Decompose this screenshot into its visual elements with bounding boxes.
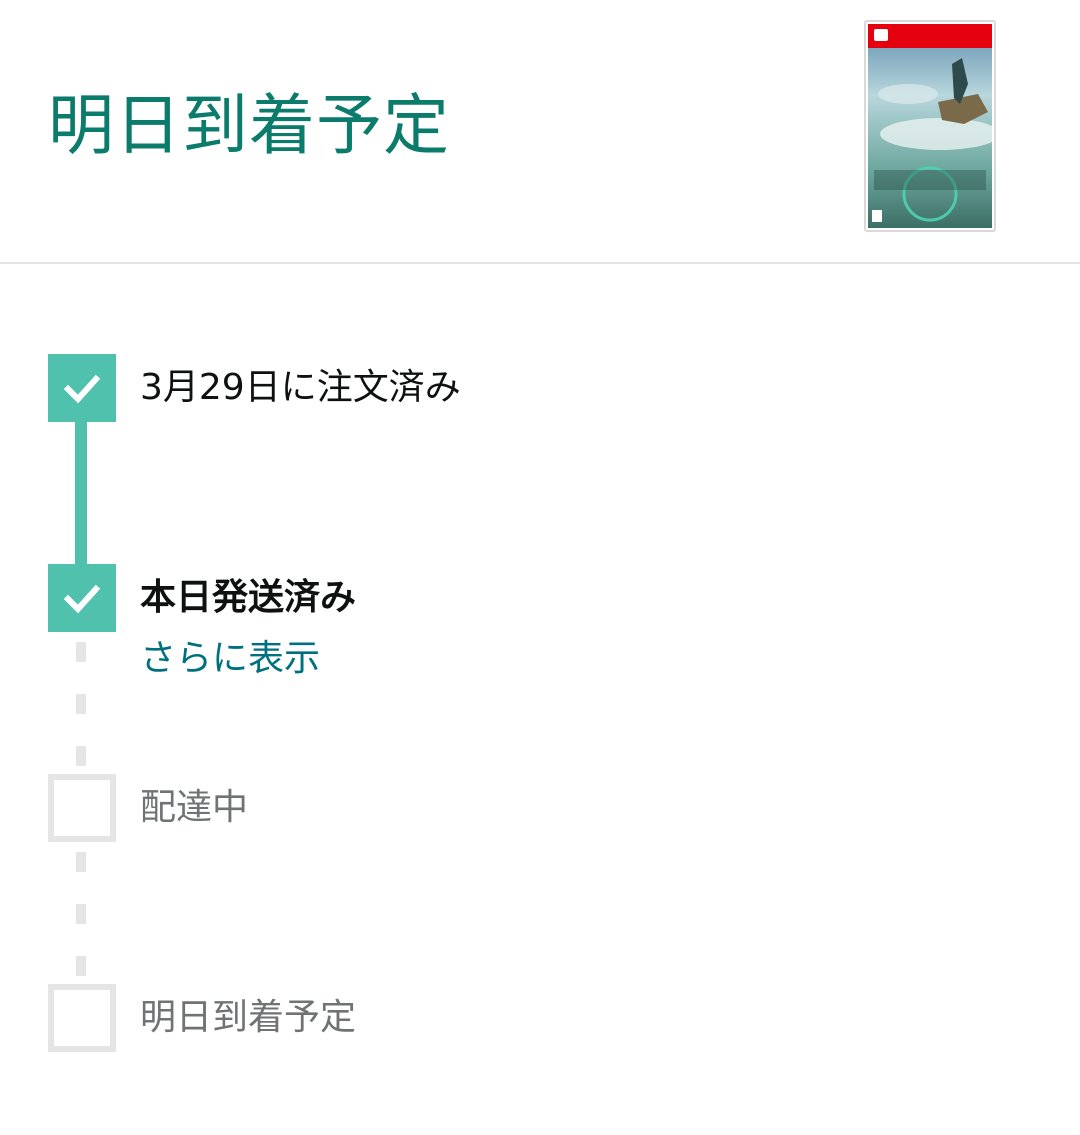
check-icon xyxy=(63,584,101,614)
step-ordered-check xyxy=(48,354,116,422)
progress-line-pending xyxy=(76,642,86,772)
step-shipped-check xyxy=(48,564,116,632)
progress-line-pending xyxy=(76,852,86,982)
progress-line-complete xyxy=(75,414,87,574)
step-arriving-label: 明日到着予定 xyxy=(140,997,357,1038)
step-arriving-checkbox xyxy=(48,984,116,1052)
delivery-header: 明日到着予定 xyxy=(0,0,1080,264)
step-shipped-label: 本日発送済み xyxy=(140,577,357,618)
step-in-transit-label: 配達中 xyxy=(140,787,249,828)
check-icon xyxy=(63,374,101,404)
shipment-progress-tracker: 3月29日に注文済み 本日発送済み さらに表示 配達中 明日到着予定 xyxy=(0,264,1080,1135)
step-in-transit-checkbox xyxy=(48,774,116,842)
step-ordered-label: 3月29日に注文済み xyxy=(140,367,461,408)
show-more-link[interactable]: さらに表示 xyxy=(140,635,320,683)
delivery-status-title: 明日到着予定 xyxy=(48,87,450,164)
game-box-art-image xyxy=(868,24,992,228)
product-thumbnail[interactable] xyxy=(864,20,996,232)
